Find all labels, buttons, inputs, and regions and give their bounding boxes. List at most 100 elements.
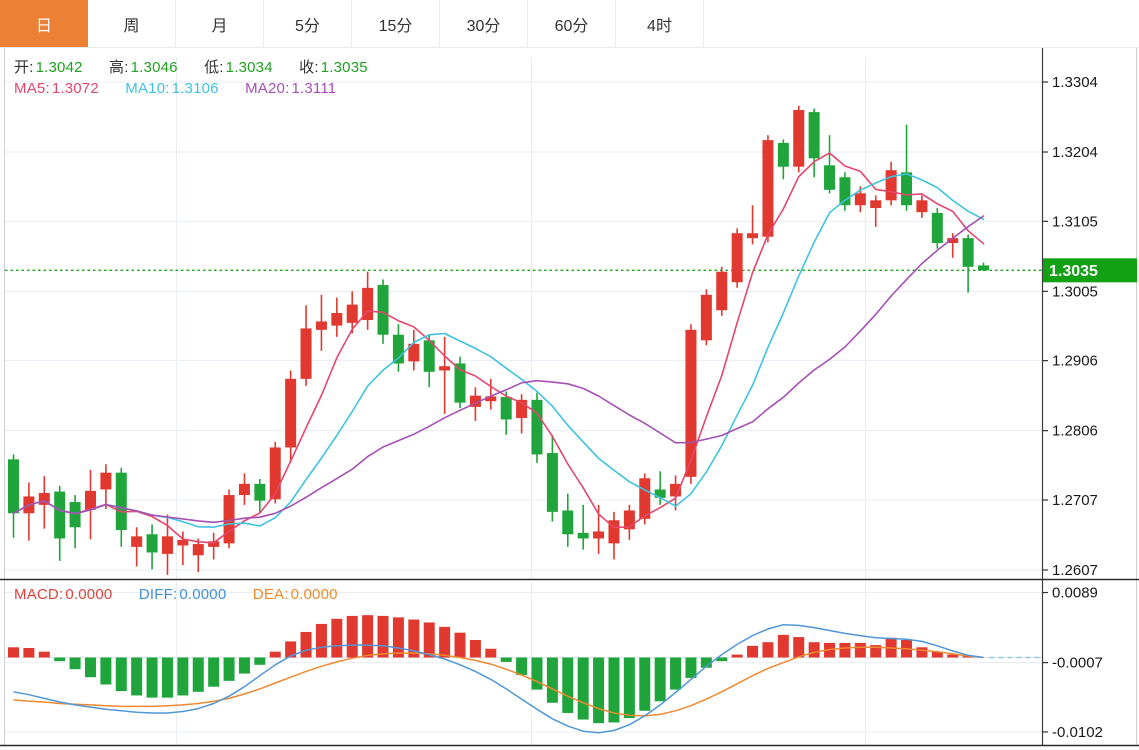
candle-body [116,473,127,530]
macd-legend: MACD:0.0000 DIFF:0.0000 DEA:0.0000 [14,586,340,603]
macd-histogram-bar [562,658,573,713]
dea-value: 0.0000 [291,586,338,603]
candle-body [100,473,111,490]
tab-15min[interactable]: 15分 [352,0,440,47]
close-label: 收: [299,59,319,76]
candle-body [270,447,281,499]
candle-body [147,534,158,552]
tab-30min[interactable]: 30分 [440,0,528,47]
candle-body [932,213,943,243]
macd-histogram-bar [855,643,866,658]
price-axis-label: 1.3105 [1052,213,1098,230]
macd-histogram-bar [747,646,758,658]
macd-axis-label: -0.0102 [1052,724,1103,741]
macd-label: MACD: [14,586,63,603]
macd-axis-label: -0.0007 [1052,655,1103,672]
candle-body [254,484,265,501]
macd-histogram-bar [732,655,743,658]
candle-body [685,330,696,477]
macd-histogram-bar [424,622,435,657]
macd-histogram-bar [531,658,542,690]
macd-value: 0.0000 [65,586,112,603]
macd-histogram-bar [85,658,96,678]
timeframe-tabbar: 日 周 月 5分 15分 30分 60分 4时 [0,0,1139,48]
candle-body [855,193,866,205]
candle-body [793,110,804,167]
candle-body [54,492,65,539]
macd-histogram-bar [270,652,281,658]
macd-histogram-bar [254,658,265,665]
candle-body [978,265,989,270]
candle-body [162,536,173,554]
macd-histogram-bar [70,658,81,670]
candle-body [239,484,250,495]
tab-week[interactable]: 周 [88,0,176,47]
macd-histogram-bar [347,616,358,658]
macd-axis-label: 0.0089 [1052,585,1098,602]
tab-4hour[interactable]: 4时 [616,0,704,47]
candle-body [547,453,558,512]
candle-body [870,200,881,208]
ma20-label: MA20: [245,80,289,97]
ma5-label: MA5: [14,80,50,97]
high-label: 高: [109,59,129,76]
tab-5min[interactable]: 5分 [264,0,352,47]
candle-body [778,143,789,167]
candle-body [901,172,912,205]
price-axis-label: 1.2906 [1052,353,1098,370]
diff-value: 0.0000 [179,586,226,603]
candle-body [762,140,773,237]
price-axis-label: 1.3005 [1052,283,1098,300]
price-axis-label: 1.2607 [1052,562,1098,579]
candle-body [916,200,927,212]
tab-month[interactable]: 月 [176,0,264,47]
macd-histogram-bar [162,658,173,698]
candle-body [716,272,727,311]
candle-body [85,491,96,510]
tab-60min[interactable]: 60分 [528,0,616,47]
macd-histogram-bar [439,627,450,658]
macd-histogram-bar [239,658,250,674]
macd-histogram-bar [8,647,19,657]
candle-body [285,379,296,448]
candlestick-macd-chart[interactable]: 1.33041.32041.31051.30051.29061.28061.27… [0,0,1139,750]
ma-legend: MA5:1.3072 MA10:1.3106 MA20:1.3111 [14,80,338,97]
price-axis-label: 1.3204 [1052,144,1098,161]
macd-histogram-bar [316,624,327,658]
price-axis-label: 1.3304 [1052,74,1098,91]
candle-body [177,540,188,546]
macd-histogram-bar [470,640,481,658]
candle-body [701,295,712,341]
candle-body [193,544,204,555]
macd-histogram-bar [177,658,188,696]
candle-body [316,321,327,329]
macd-histogram-bar [393,617,404,657]
ma20-value: 1.3111 [291,80,336,97]
tab-day[interactable]: 日 [0,0,88,47]
candle-body [301,328,312,378]
close-value: 1.3035 [321,59,368,76]
macd-histogram-bar [578,658,589,720]
macd-histogram-bar [839,643,850,658]
macd-histogram-bar [593,658,604,724]
macd-histogram-bar [547,658,558,703]
candle-body [824,165,835,190]
candle-body [131,536,142,547]
candle-body [886,170,897,200]
candle-body [963,238,974,267]
macd-histogram-bar [116,658,127,692]
candle-body [747,233,758,238]
open-label: 开: [14,59,34,76]
ma10-value: 1.3106 [172,80,219,97]
candle-body [70,502,81,527]
macd-histogram-bar [501,658,512,662]
ma10-label: MA10: [125,80,169,97]
macd-histogram-bar [362,615,373,657]
candle-body [378,285,389,335]
ohlc-header: 开:1.3042 高:1.3046 低:1.3034 收:1.3035 [14,56,370,77]
macd-histogram-bar [670,658,681,690]
open-value: 1.3042 [36,59,83,76]
macd-histogram-bar [639,658,650,711]
candle-body [347,305,358,323]
macd-histogram-bar [516,658,527,676]
